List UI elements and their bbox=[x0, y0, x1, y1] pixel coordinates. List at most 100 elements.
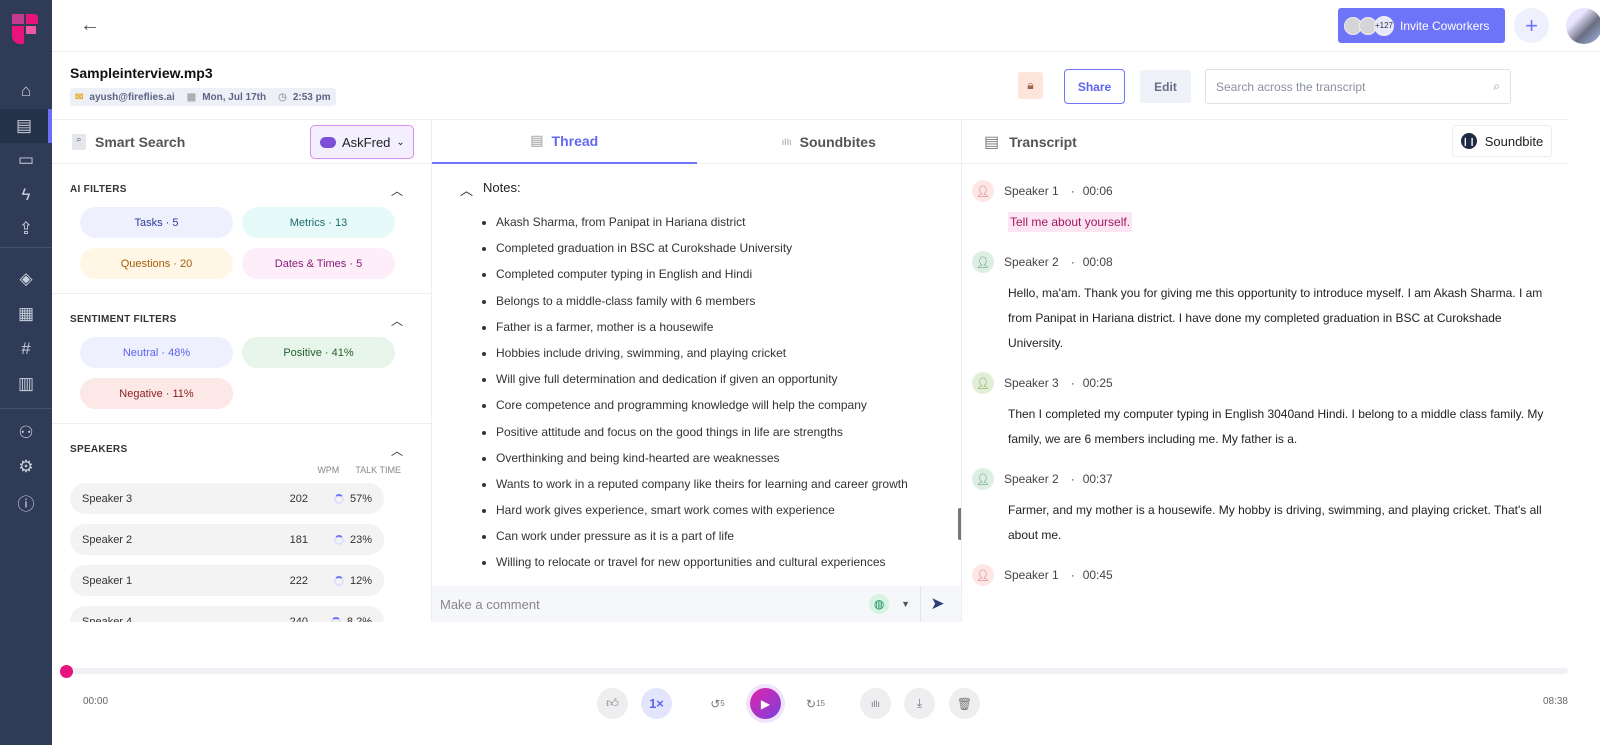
filter-chip[interactable]: Metrics · 13 bbox=[242, 207, 395, 238]
progress-track[interactable] bbox=[64, 668, 1568, 674]
transcript-sentence: Then I completed my computer typing in E… bbox=[1008, 407, 1544, 446]
wpm-header: WPM bbox=[317, 465, 340, 475]
globe-icon[interactable]: ◍ bbox=[869, 594, 890, 614]
timestamp[interactable]: 00:06 bbox=[1083, 184, 1113, 198]
progress-handle[interactable] bbox=[60, 665, 73, 678]
transcript-sentence: Hello, ma'am. Thank you for giving me th… bbox=[1008, 286, 1543, 350]
download-button[interactable]: ⤓ bbox=[904, 688, 935, 719]
speaker-wpm: 202 bbox=[289, 492, 308, 505]
speaker-talk-time: 12% bbox=[308, 575, 372, 587]
speaker-name[interactable]: Speaker 2 bbox=[1004, 472, 1059, 486]
talk-time-value: 12% bbox=[349, 574, 372, 587]
share-button[interactable]: Share bbox=[1064, 69, 1125, 104]
timestamp[interactable]: 00:25 bbox=[1083, 376, 1113, 390]
add-button[interactable]: + bbox=[1514, 8, 1549, 43]
transcript-search-input[interactable] bbox=[1216, 79, 1494, 94]
smart-search-panel: ⌕ Smart Search AskFred ⌄ AI FILTERS ︿ Ta… bbox=[52, 120, 432, 622]
chevron-up-icon[interactable]: ︿ bbox=[460, 180, 473, 199]
upload-icon: ⇪ bbox=[18, 219, 34, 238]
sidebar-item-layers[interactable]: ◈ bbox=[0, 262, 52, 296]
chevron-up-icon[interactable]: ︿ bbox=[391, 312, 403, 329]
transcript-text[interactable]: Farmer, and my mother is a housewife. My… bbox=[1008, 496, 1548, 548]
timestamp[interactable]: 00:37 bbox=[1083, 472, 1113, 486]
transcript-text[interactable]: Then I completed my computer typing in E… bbox=[1008, 400, 1548, 452]
speaker-row[interactable]: Speaker 2 181 23% bbox=[70, 524, 384, 555]
email-icon: ✉ bbox=[75, 91, 84, 103]
transcript-text[interactable]: Tell me about yourself. bbox=[1008, 208, 1548, 235]
sidebar-item-home[interactable]: ⌂ bbox=[0, 74, 52, 108]
visibility-dropdown-icon[interactable]: ▼ bbox=[901, 599, 910, 609]
filter-chip[interactable]: Dates & Times · 5 bbox=[242, 248, 395, 279]
speaker-name[interactable]: Speaker 3 bbox=[1004, 376, 1059, 390]
note-item: Core competence and programming knowledg… bbox=[496, 392, 961, 418]
play-icon: ▶ bbox=[760, 696, 771, 711]
document-icon: ▤ bbox=[15, 116, 33, 135]
soundbite-button[interactable]: ❙❙ Soundbite bbox=[1452, 125, 1552, 157]
send-icon: ➤ bbox=[930, 594, 945, 613]
sidebar-item-document[interactable]: ▤ bbox=[0, 109, 52, 143]
comment-input[interactable] bbox=[440, 596, 870, 612]
filter-chip[interactable]: Tasks · 5 bbox=[80, 207, 233, 238]
askfred-label: AskFred bbox=[342, 134, 391, 150]
speaker-row[interactable]: Speaker 3 202 57% bbox=[70, 483, 384, 514]
fireflies-logo[interactable] bbox=[12, 14, 38, 44]
sidebar: ⌂ ▤ ▭ ϟ ⇪ ◈ ▦ # ▥ ⚇ ⚙ ⓘ bbox=[0, 0, 52, 745]
plus-icon: + bbox=[1525, 12, 1538, 38]
sidebar-item-bolt[interactable]: ϟ bbox=[0, 178, 52, 212]
sidebar-item-settings[interactable]: ⚙ bbox=[0, 450, 52, 484]
info-icon: ⓘ bbox=[17, 494, 35, 514]
speaker-name[interactable]: Speaker 1 bbox=[1004, 568, 1059, 582]
user-avatar[interactable] bbox=[1566, 8, 1600, 44]
bolt-icon: ϟ bbox=[21, 185, 31, 204]
thumbs-up-button[interactable]: 👍︎ bbox=[597, 688, 628, 719]
filter-chip[interactable]: Questions · 20 bbox=[80, 248, 233, 279]
speaker-wpm: 222 bbox=[289, 574, 308, 587]
apps-grid-icon: ▦ bbox=[17, 304, 35, 323]
rewind-button[interactable]: ↺ 5 bbox=[702, 688, 733, 719]
filter-chip[interactable]: Neutral · 48% bbox=[80, 337, 233, 368]
trash-icon: 🗑︎ bbox=[956, 696, 973, 711]
entry-header: 👤︎ Speaker 2 · 00:37 bbox=[972, 462, 1568, 496]
waveform-icon: ıllı bbox=[781, 136, 792, 147]
speaker-row[interactable]: Speaker 1 222 12% bbox=[70, 565, 384, 596]
transcript-title: Transcript bbox=[1009, 133, 1077, 150]
speaker-row[interactable]: Speaker 4 240 8.2% bbox=[70, 606, 384, 622]
sidebar-item-info[interactable]: ⓘ bbox=[0, 485, 52, 519]
timestamp[interactable]: 00:08 bbox=[1083, 255, 1113, 269]
send-button[interactable]: ➤ bbox=[920, 586, 954, 622]
filter-chip[interactable]: Positive · 41% bbox=[242, 337, 395, 368]
timestamp[interactable]: 00:45 bbox=[1083, 568, 1113, 582]
privacy-lock-button[interactable]: 🔒︎ bbox=[1018, 72, 1043, 99]
sidebar-divider bbox=[0, 408, 52, 409]
speaker-name: Speaker 2 bbox=[82, 533, 133, 546]
create-soundbite-button[interactable]: ıllı bbox=[860, 688, 891, 719]
sidebar-item-hashtag[interactable]: # bbox=[0, 332, 52, 366]
speaker-name[interactable]: Speaker 1 bbox=[1004, 184, 1059, 198]
sidebar-item-upload[interactable]: ⇪ bbox=[0, 212, 52, 246]
forward-seconds: 15 bbox=[816, 699, 825, 708]
play-button[interactable]: ▶ bbox=[750, 688, 781, 719]
forward-icon: ↻ bbox=[806, 696, 817, 711]
current-time: 00:00 bbox=[83, 696, 109, 707]
invite-coworkers-button[interactable]: +127 Invite Coworkers bbox=[1338, 8, 1505, 43]
back-arrow-icon[interactable]: ← bbox=[80, 14, 100, 37]
edit-button[interactable]: Edit bbox=[1140, 70, 1191, 103]
sidebar-item-apps-grid[interactable]: ▦ bbox=[0, 297, 52, 331]
note-item: Completed computer typing in English and… bbox=[496, 261, 961, 287]
speaker-name: Speaker 1 bbox=[82, 574, 133, 587]
sidebar-item-meetings[interactable]: ▭ bbox=[0, 143, 52, 177]
filter-chip[interactable]: Negative · 11% bbox=[80, 378, 233, 409]
speaker-name[interactable]: Speaker 2 bbox=[1004, 255, 1059, 269]
forward-button[interactable]: ↻ 15 bbox=[800, 688, 831, 719]
askfred-dropdown[interactable]: AskFred ⌄ bbox=[310, 125, 414, 159]
speed-button[interactable]: 1× bbox=[641, 688, 672, 719]
tab-soundbites[interactable]: ıllı Soundbites bbox=[697, 120, 962, 164]
chevron-up-icon[interactable]: ︿ bbox=[391, 442, 403, 459]
delete-button[interactable]: 🗑︎ bbox=[949, 688, 980, 719]
chevron-up-icon[interactable]: ︿ bbox=[391, 182, 403, 199]
tab-thread[interactable]: ▤ Thread bbox=[432, 120, 697, 164]
transcript-text[interactable]: Hello, ma'am. Thank you for giving me th… bbox=[1008, 279, 1548, 356]
sidebar-item-analytics[interactable]: ▥ bbox=[0, 367, 52, 401]
search-icon[interactable]: ⌕ bbox=[1493, 79, 1500, 94]
sidebar-item-team[interactable]: ⚇ bbox=[0, 416, 52, 450]
